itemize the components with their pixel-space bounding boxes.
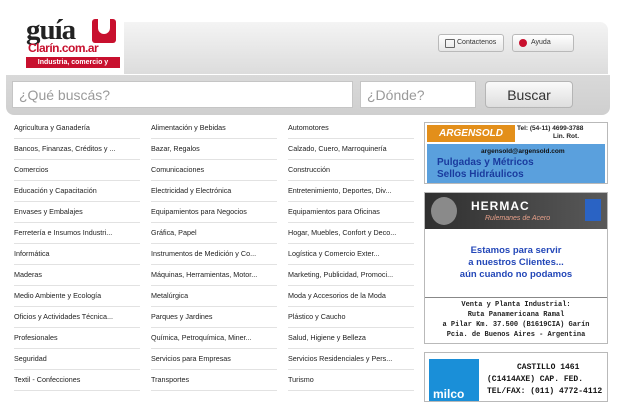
category-link[interactable]: Electricidad y Electrónica <box>151 181 277 202</box>
search-bar: Buscar <box>6 75 610 115</box>
category-link[interactable]: Calzado, Cuero, Marroquinería <box>288 139 414 160</box>
category-link[interactable]: Envases y Embalajes <box>14 202 140 223</box>
argensold-lines: Lin. Rot. <box>553 133 579 140</box>
category-link[interactable]: Automotores <box>288 118 414 139</box>
argensold-banner: argensold@argensold.com Pulgadas y Métri… <box>427 144 605 183</box>
category-link[interactable]: Gráfica, Papel <box>151 223 277 244</box>
category-link[interactable]: Marketing, Publicidad, Promoci... <box>288 265 414 286</box>
category-link[interactable]: Seguridad <box>14 349 140 370</box>
category-link[interactable]: Bancos, Finanzas, Créditos y ... <box>14 139 140 160</box>
logo-mark-icon <box>92 19 116 43</box>
hermac-tagline: Rulemanes de Acero <box>485 215 551 222</box>
category-link[interactable]: Alimentación y Bebidas <box>151 118 277 139</box>
hermac-blue-3: aún cuando no podamos <box>459 269 573 280</box>
category-link[interactable]: Agricultura y Ganadería <box>14 118 140 139</box>
search-button[interactable]: Buscar <box>485 81 573 108</box>
category-link[interactable]: Entretenimiento, Deportes, Div... <box>288 181 414 202</box>
ad-hermac[interactable]: HERMAC Rulemanes de Acero Estamos para s… <box>424 192 608 344</box>
category-link[interactable]: Construcción <box>288 160 414 181</box>
help-label: Ayuda <box>531 39 551 46</box>
contact-label: Contactenos <box>457 39 497 46</box>
category-link[interactable]: Instrumentos de Medición y Co... <box>151 244 277 265</box>
category-link[interactable]: Servicios para Empresas <box>151 349 277 370</box>
category-link[interactable]: Bazar, Regalos <box>151 139 277 160</box>
category-link[interactable]: Parques y Jardines <box>151 307 277 328</box>
category-link[interactable]: Equipamientos para Negocios <box>151 202 277 223</box>
ad-milco[interactable]: milco CASTILLO 1461 (C1414AXE) CAP. FED.… <box>424 352 608 402</box>
argensold-phone: Tel: (54-11) 4699-3788 <box>517 125 584 132</box>
help-button[interactable]: Ayuda <box>512 34 574 52</box>
argensold-brand: ARGENSOLD <box>427 125 515 142</box>
hermac-blue-2: a nuestros Clientes... <box>468 257 564 268</box>
milco-line-2: (C1414AXE) CAP. FED. <box>487 375 584 384</box>
category-link[interactable]: Servicios Residenciales y Pers... <box>288 349 414 370</box>
argensold-text1: Pulgadas y Métricos <box>437 157 534 168</box>
guia-clarin-logo[interactable]: guía Clarín.com.ar Industria, comercio y… <box>24 8 124 77</box>
category-link[interactable]: Comercios <box>14 160 140 181</box>
hermac-header: HERMAC Rulemanes de Acero <box>425 193 607 229</box>
hermac-blue-1: Estamos para servir <box>470 245 562 256</box>
hermac-line-4: Pcia. de Buenos Aires - Argentina <box>446 331 586 339</box>
category-link[interactable]: Hogar, Muebles, Confort y Deco... <box>288 223 414 244</box>
hermac-logo-icon <box>431 197 457 225</box>
help-icon <box>519 39 527 47</box>
ad-argensold[interactable]: ARGENSOLD Tel: (54-11) 4699-3788 Lin. Ro… <box>424 122 608 184</box>
category-link[interactable]: Maderas <box>14 265 140 286</box>
logo-tagline: Industria, comercio y servicios <box>26 57 120 77</box>
hermac-brand: HERMAC <box>471 199 530 213</box>
category-link[interactable]: Turismo <box>288 370 414 391</box>
category-link[interactable]: Transportes <box>151 370 277 391</box>
hermac-line-3: a Pilar Km. 37.500 (B1619CIA) Garín <box>442 321 590 329</box>
category-link[interactable]: Profesionales <box>14 328 140 349</box>
hermac-line-2: Ruta Panamericana Ramal <box>467 311 565 319</box>
category-link[interactable]: Educación y Capacitación <box>14 181 140 202</box>
category-link[interactable]: Salud, Higiene y Belleza <box>288 328 414 349</box>
category-link[interactable]: Equipamientos para Oficinas <box>288 202 414 223</box>
milco-line-1: CASTILLO 1461 <box>517 363 580 372</box>
milco-brand: milco <box>433 387 465 401</box>
where-search-input[interactable] <box>360 81 476 108</box>
hermac-badge-icon <box>585 199 601 221</box>
hermac-line-1: Venta y Planta Industrial: <box>461 301 571 309</box>
logo-url: Clarín.com.ar <box>28 41 99 55</box>
category-link[interactable]: Metalúrgica <box>151 286 277 307</box>
milco-line-3: TEL/FAX: (011) 4772-4112 <box>487 387 603 396</box>
category-link[interactable]: Logística y Comercio Exter... <box>288 244 414 265</box>
category-link[interactable]: Oficios y Actividades Técnica... <box>14 307 140 328</box>
category-link[interactable]: Máquinas, Herramientas, Motor... <box>151 265 277 286</box>
category-link[interactable]: Comunicaciones <box>151 160 277 181</box>
argensold-email: argensold@argensold.com <box>481 148 565 155</box>
milco-logo-block: milco <box>429 359 479 401</box>
category-link[interactable]: Moda y Accesorios de la Moda <box>288 286 414 307</box>
category-link[interactable]: Informática <box>14 244 140 265</box>
category-link[interactable]: Ferretería e Insumos Industri... <box>14 223 140 244</box>
category-link[interactable]: Plástico y Caucho <box>288 307 414 328</box>
category-link[interactable]: Medio Ambiente y Ecología <box>14 286 140 307</box>
what-search-input[interactable] <box>12 81 353 108</box>
category-link[interactable]: Textil - Confecciones <box>14 370 140 391</box>
argensold-text2: Sellos Hidráulicos <box>437 169 524 180</box>
header: guía Clarín.com.ar Industria, comercio y… <box>0 0 618 77</box>
mail-icon <box>445 39 455 48</box>
hermac-divider <box>425 297 607 298</box>
category-link[interactable]: Química, Petroquímica, Miner... <box>151 328 277 349</box>
contact-button[interactable]: Contactenos <box>438 34 504 52</box>
